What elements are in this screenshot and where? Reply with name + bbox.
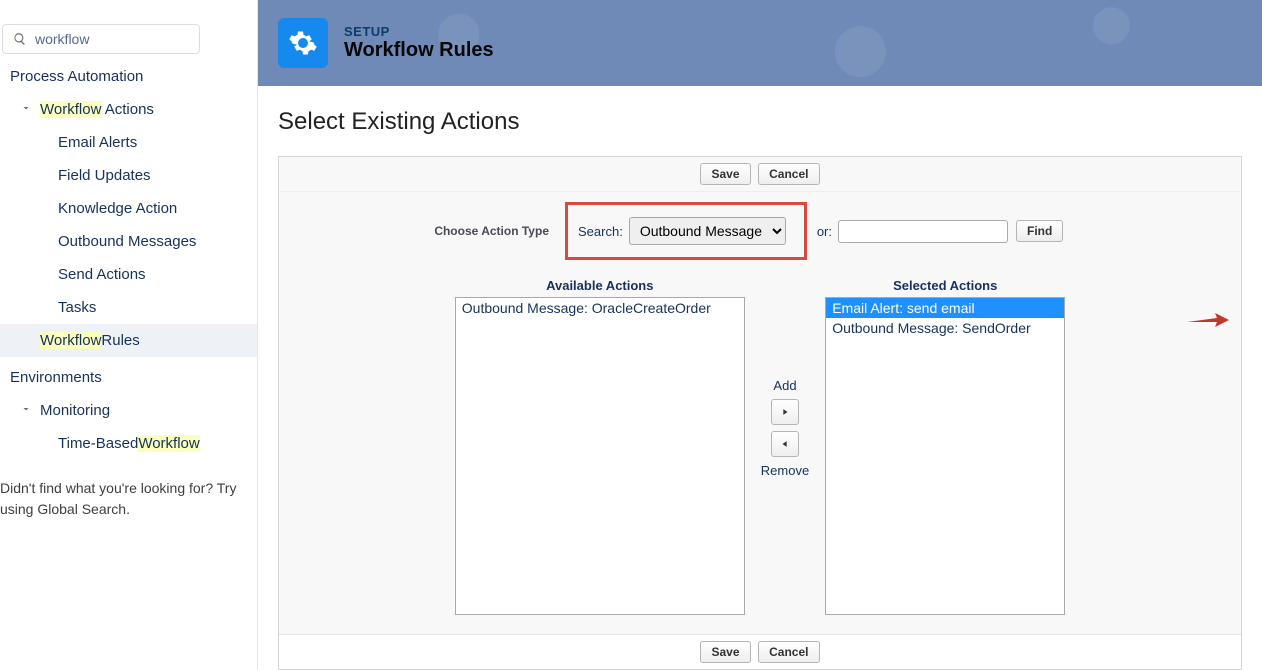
cancel-button[interactable]: Cancel bbox=[758, 163, 819, 185]
search-icon bbox=[13, 32, 27, 46]
setup-label: SETUP bbox=[344, 24, 494, 39]
page-title: Workflow Rules bbox=[344, 39, 494, 62]
nav-item-tasks[interactable]: Tasks bbox=[0, 291, 257, 324]
bottom-button-row: Save Cancel bbox=[279, 634, 1241, 669]
arrow-right-icon bbox=[780, 406, 790, 418]
list-item[interactable]: Outbound Message: OracleCreateOrder bbox=[456, 298, 744, 318]
for-input[interactable] bbox=[838, 220, 1008, 243]
gear-icon bbox=[278, 18, 328, 68]
remove-button[interactable] bbox=[771, 431, 799, 457]
nav-item-send-actions[interactable]: Send Actions bbox=[0, 258, 257, 291]
remove-label: Remove bbox=[761, 463, 809, 478]
choose-action-type-label: Choose Action Type bbox=[279, 224, 559, 238]
nav-item-workflow-rules[interactable]: Workflow Rules bbox=[0, 324, 257, 357]
add-label: Add bbox=[773, 378, 796, 393]
arrow-left-icon bbox=[780, 438, 790, 450]
nav-group-monitoring[interactable]: Monitoring bbox=[0, 394, 257, 427]
nav-item-field-updates[interactable]: Field Updates bbox=[0, 159, 257, 192]
search-highlight-box: Search: Outbound Message bbox=[565, 202, 807, 260]
quick-find-box[interactable] bbox=[2, 24, 200, 54]
search-label: Search: bbox=[578, 224, 623, 239]
for-label: or: bbox=[817, 224, 832, 239]
nav-item-outbound-messages[interactable]: Outbound Messages bbox=[0, 225, 257, 258]
available-actions-title: Available Actions bbox=[546, 278, 653, 293]
setup-sidebar: Process Automation Workflow Actions Emai… bbox=[0, 0, 258, 670]
list-item[interactable]: Email Alert: send email bbox=[826, 298, 1064, 318]
chevron-down-icon bbox=[20, 402, 32, 419]
quick-find-input[interactable] bbox=[35, 31, 189, 47]
nav-item-email-alerts[interactable]: Email Alerts bbox=[0, 126, 257, 159]
add-button[interactable] bbox=[771, 399, 799, 425]
nav-item-time-based-workflow[interactable]: Time-Based Workflow bbox=[0, 427, 257, 460]
nav-group-workflow-actions[interactable]: Workflow Actions bbox=[0, 93, 257, 126]
top-button-row: Save Cancel bbox=[279, 157, 1241, 192]
selected-actions-list[interactable]: Email Alert: send email Outbound Message… bbox=[825, 297, 1065, 615]
find-button[interactable]: Find bbox=[1016, 220, 1063, 242]
section-heading: Select Existing Actions bbox=[278, 108, 1242, 136]
available-actions-list[interactable]: Outbound Message: OracleCreateOrder bbox=[455, 297, 745, 615]
action-type-select[interactable]: Outbound Message bbox=[629, 217, 786, 245]
actions-panel: Save Cancel Choose Action Type Search: O… bbox=[278, 156, 1242, 670]
nav-section-environments: Environments bbox=[0, 357, 257, 394]
main-content: SETUP Workflow Rules Select Existing Act… bbox=[258, 0, 1262, 670]
page-header: SETUP Workflow Rules bbox=[258, 0, 1262, 86]
nav-section-process-automation: Process Automation bbox=[0, 64, 257, 93]
chevron-down-icon bbox=[20, 101, 32, 118]
list-item[interactable]: Outbound Message: SendOrder bbox=[826, 318, 1064, 338]
not-found-text: Didn't find what you're looking for? Try… bbox=[0, 460, 257, 520]
save-button[interactable]: Save bbox=[700, 163, 750, 185]
selected-actions-title: Selected Actions bbox=[893, 278, 997, 293]
save-button-bottom[interactable]: Save bbox=[700, 641, 750, 663]
nav-item-knowledge-action[interactable]: Knowledge Action bbox=[0, 192, 257, 225]
annotation-arrow-icon bbox=[1187, 312, 1229, 331]
cancel-button-bottom[interactable]: Cancel bbox=[758, 641, 819, 663]
